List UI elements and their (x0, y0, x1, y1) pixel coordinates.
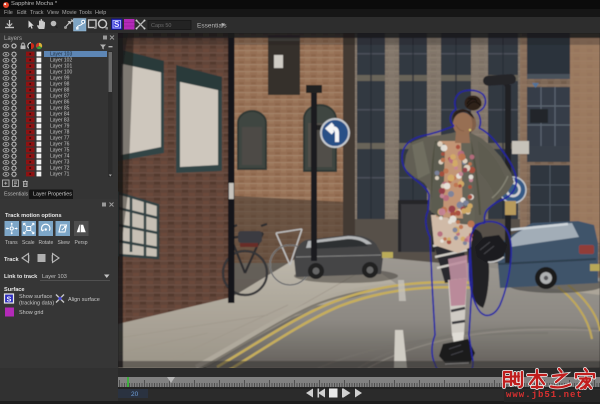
svg-text:Layer 103: Layer 103 (42, 274, 67, 280)
svg-text:Rotate: Rotate (39, 240, 54, 246)
svg-text:Show grid: Show grid (19, 310, 43, 316)
svg-text:Layer Properties: Layer Properties (33, 192, 72, 198)
svg-text:Skew: Skew (58, 240, 71, 246)
svg-text:S: S (7, 296, 12, 303)
svg-text:Layer 71: Layer 71 (50, 172, 70, 178)
svg-text:Track: Track (4, 257, 20, 263)
svg-text:Persp: Persp (75, 240, 88, 246)
svg-text:Caps 50: Caps 50 (151, 23, 172, 29)
svg-text:S: S (114, 20, 120, 29)
svg-text:Show surface: Show surface (19, 294, 52, 300)
svg-text:Surface: Surface (4, 287, 25, 293)
svg-text:Layers: Layers (4, 36, 22, 42)
svg-text:Link to track: Link to track (4, 274, 38, 280)
svg-text:(tracking data): (tracking data) (19, 301, 54, 307)
svg-text:Align surface: Align surface (68, 297, 100, 303)
svg-text:Trans: Trans (5, 240, 18, 246)
svg-text:20: 20 (131, 391, 139, 398)
svg-text:Track motion options: Track motion options (5, 213, 62, 219)
svg-text:Essentials: Essentials (4, 192, 28, 198)
svg-text:Scale: Scale (22, 240, 35, 246)
